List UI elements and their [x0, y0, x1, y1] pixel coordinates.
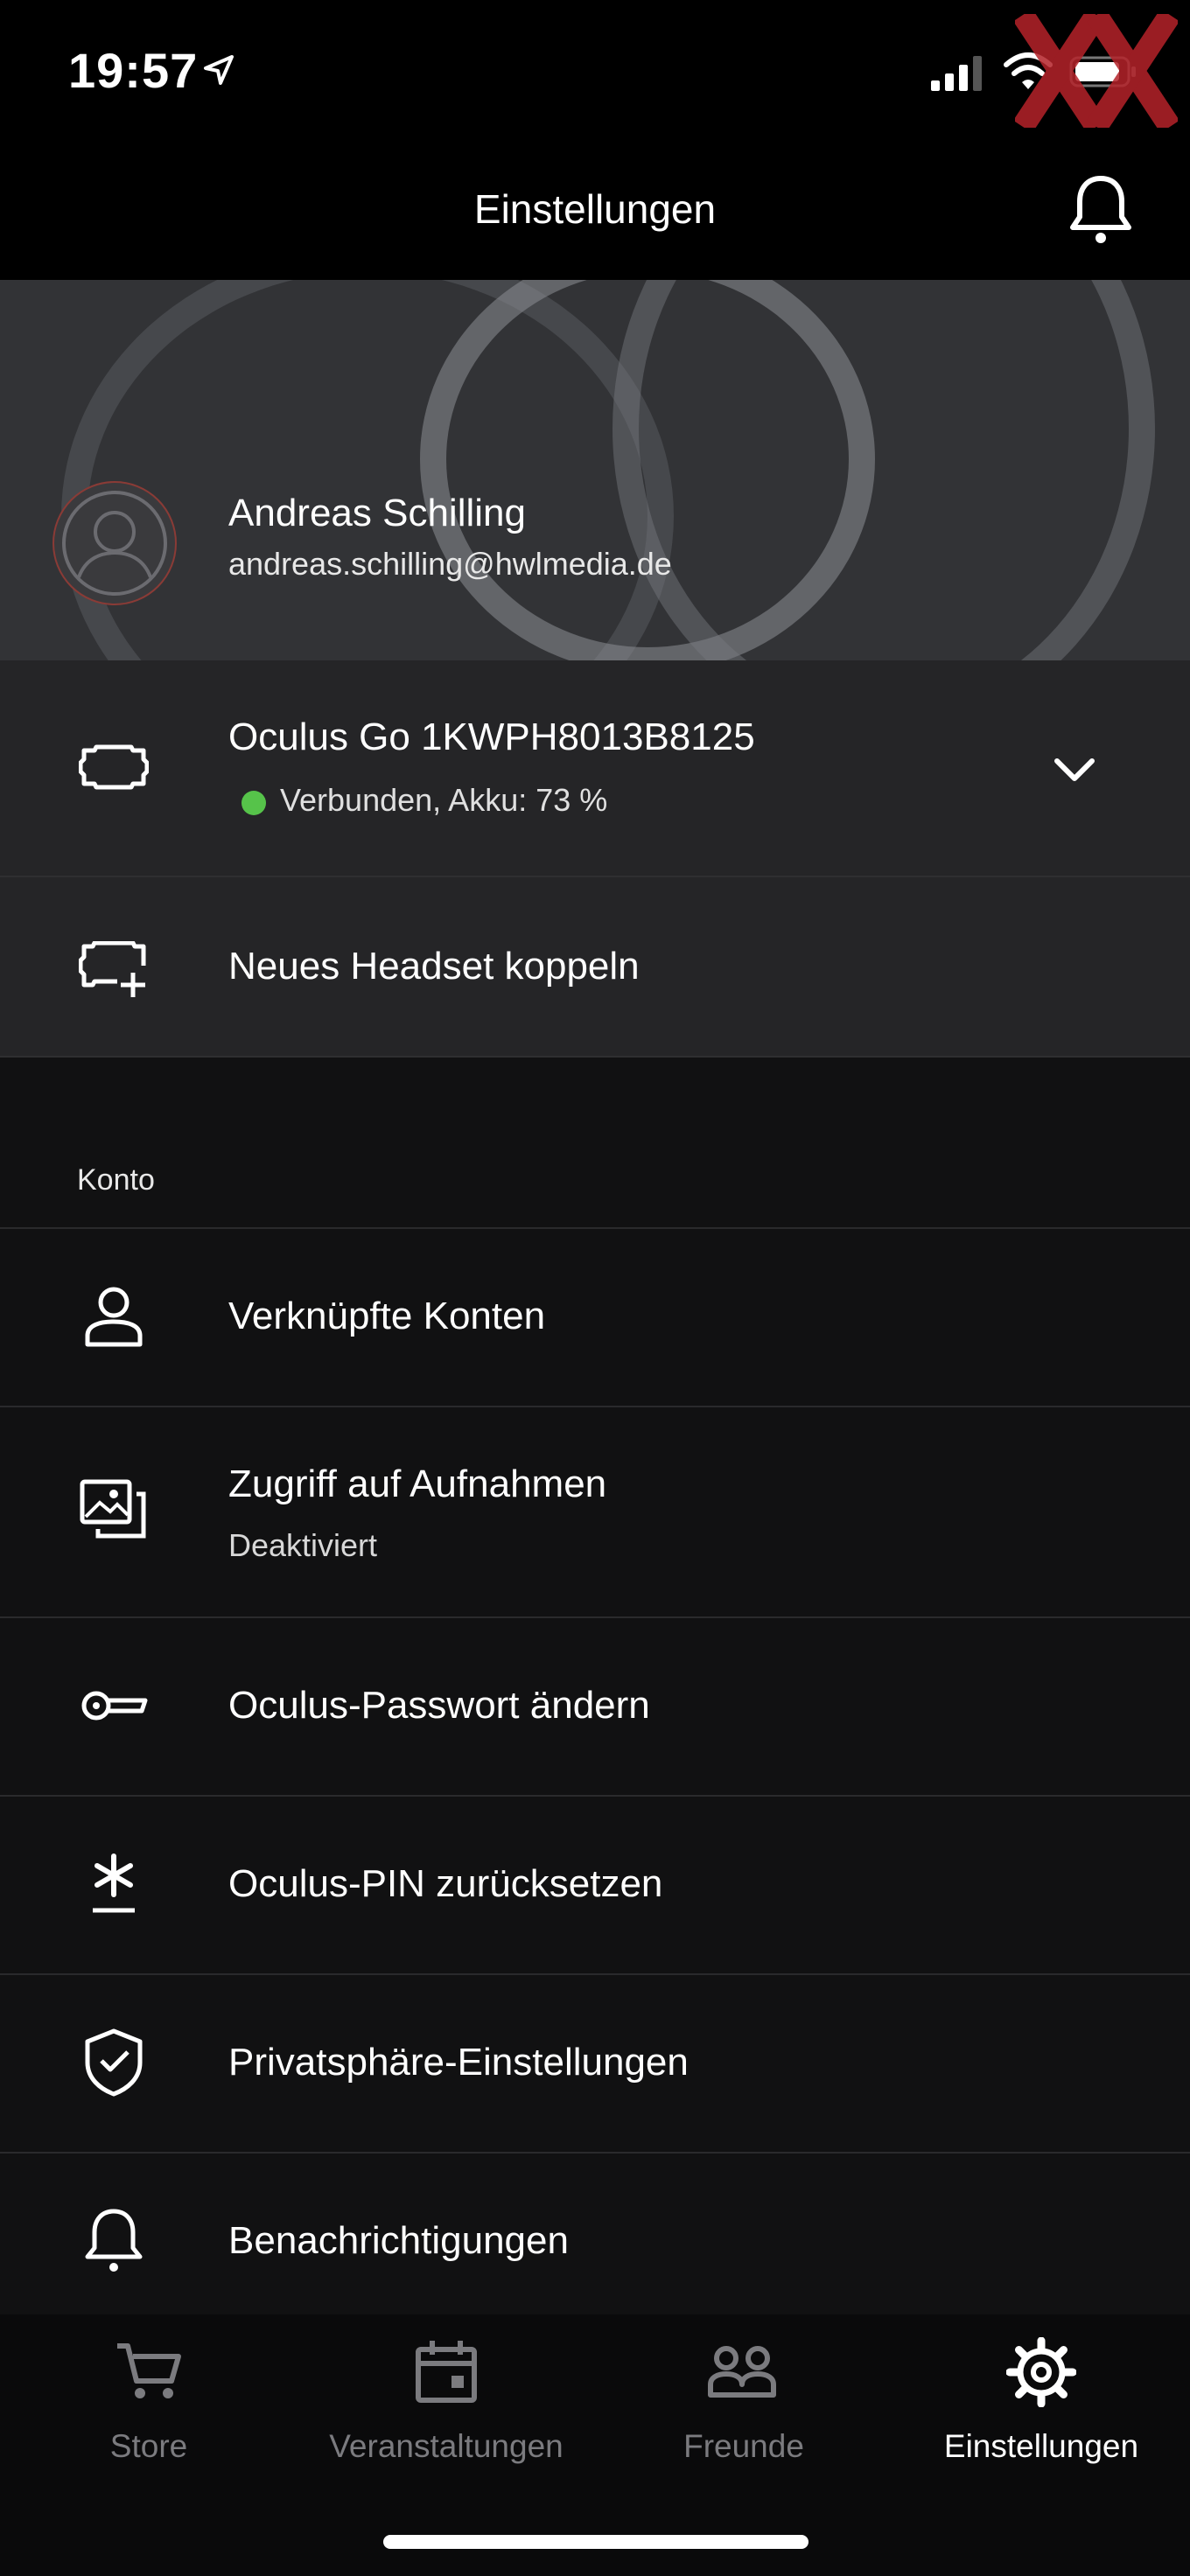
- person-icon: [79, 1281, 149, 1351]
- list-item-sublabel: Deaktiviert: [228, 1527, 378, 1563]
- list-item-label: Oculus-PIN zurücksetzen: [228, 1862, 663, 1905]
- bell-icon[interactable]: [1068, 173, 1134, 245]
- device-status: Verbunden, Akku: 73 %: [280, 782, 608, 818]
- profile-banner[interactable]: [0, 280, 1190, 660]
- location-arrow-icon: [203, 54, 234, 86]
- profile-email: andreas.schilling@hwlmedia.de: [228, 546, 672, 582]
- list-item-notifications[interactable]: [0, 2152, 1190, 2314]
- list-item-label: Verknüpfte Konten: [228, 1295, 546, 1337]
- key-icon: [79, 1671, 149, 1741]
- xx-logo-icon: [1015, 14, 1178, 128]
- gear-icon[interactable]: [1006, 2337, 1076, 2407]
- banner-decor-ring: [612, 280, 1155, 660]
- list-item-label: Privatsphäre-Einstellungen: [228, 2041, 689, 2084]
- list-item-media-access[interactable]: [0, 1406, 1190, 1616]
- friends-icon[interactable]: [707, 2337, 777, 2407]
- list-item-label: Zugriff auf Aufnahmen: [228, 1463, 607, 1505]
- device-row[interactable]: [0, 660, 1190, 877]
- person-avatar-icon: [62, 491, 167, 596]
- headset-add-icon: [79, 941, 149, 999]
- chevron-down-icon[interactable]: [1050, 752, 1099, 787]
- tab-settings[interactable]: Einstellungen: [892, 2428, 1190, 2465]
- tab-friends[interactable]: Freunde: [595, 2428, 892, 2465]
- section-title-konto: Konto: [77, 1163, 155, 1197]
- asterisk-pin-icon: [79, 1849, 149, 1919]
- calendar-icon[interactable]: [411, 2337, 481, 2407]
- device-name: Oculus Go 1KWPH8013B8125: [228, 716, 755, 758]
- cart-icon[interactable]: [114, 2337, 184, 2407]
- list-item-linked-accounts[interactable]: [0, 1227, 1190, 1406]
- home-indicator[interactable]: [383, 2535, 808, 2549]
- list-item-label: Benachrichtigungen: [228, 2219, 569, 2262]
- media-gallery-icon: [79, 1476, 149, 1546]
- page-title: Einstellungen: [473, 186, 717, 232]
- avatar[interactable]: [52, 481, 177, 605]
- connection-status-dot: [242, 791, 266, 815]
- tab-store[interactable]: Store: [0, 2428, 298, 2465]
- pair-headset-label: Neues Headset koppeln: [228, 945, 640, 988]
- profile-name: Andreas Schilling: [228, 492, 526, 534]
- signal-bars-icon: [931, 54, 987, 93]
- list-item-label: Oculus-Passwort ändern: [228, 1684, 650, 1727]
- status-time: 19:57: [68, 43, 199, 98]
- tab-events[interactable]: Veranstaltungen: [298, 2428, 595, 2465]
- bell-icon: [79, 2206, 149, 2276]
- shield-check-icon: [79, 2028, 149, 2098]
- headset-icon: [79, 743, 149, 791]
